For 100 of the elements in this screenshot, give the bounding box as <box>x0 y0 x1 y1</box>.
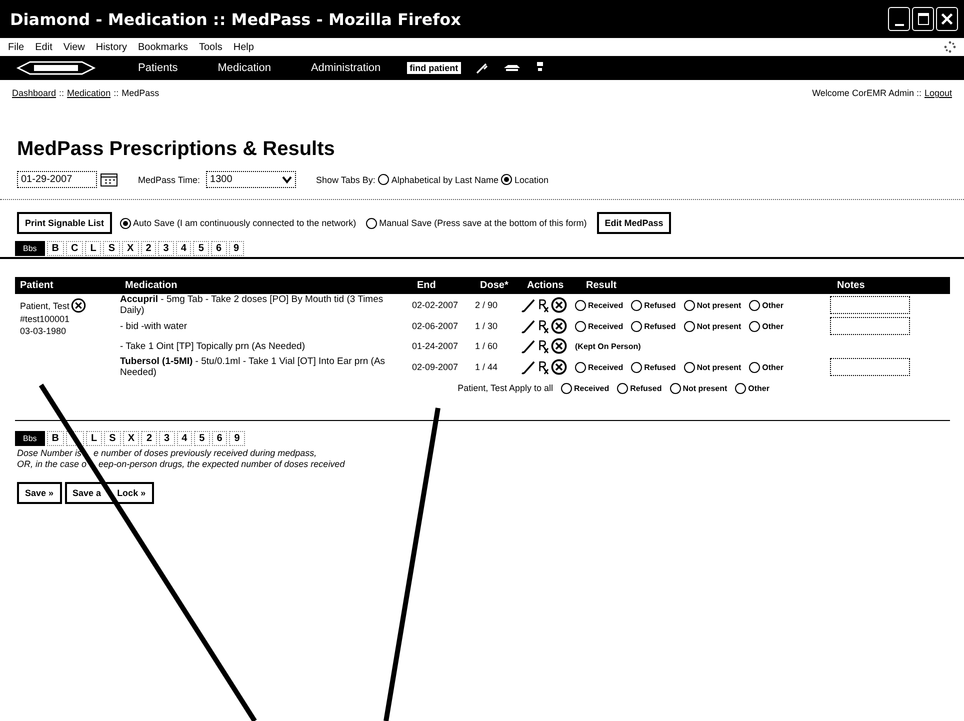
menu-item[interactable]: File <box>8 42 24 52</box>
location-tab[interactable]: Bbs <box>15 241 45 256</box>
location-tab[interactable]: 3 <box>158 241 174 256</box>
location-tab[interactable]: C <box>66 241 84 256</box>
radio-button[interactable] <box>617 382 628 394</box>
location-tab[interactable]: B <box>46 241 64 256</box>
print-list-button[interactable]: Print Signable List <box>17 212 112 234</box>
notes-field[interactable] <box>830 358 910 376</box>
maximize-button[interactable] <box>912 7 934 31</box>
footnote-text: Dose Number is <box>17 448 82 459</box>
radio-button[interactable] <box>501 174 512 185</box>
diamond-logo-icon <box>16 60 96 76</box>
radio-button[interactable] <box>684 300 695 310</box>
medication-text: - Take 1 Oint [TP] Topically prn (As Needed) <box>119 340 306 352</box>
location-tab[interactable]: S <box>103 241 120 256</box>
radio-button[interactable] <box>378 174 390 185</box>
radio-button[interactable] <box>684 362 695 372</box>
time-dropdown[interactable]: 1300 <box>206 171 296 188</box>
radio-button[interactable] <box>575 320 586 332</box>
nav-link[interactable]: Medication <box>218 62 271 74</box>
radio-button[interactable] <box>575 362 586 372</box>
location-tab[interactable]: X <box>122 431 140 446</box>
radio-button[interactable] <box>749 300 760 310</box>
time-label: MedPass Time: <box>138 174 200 184</box>
nav-link[interactable]: Patients <box>138 62 178 74</box>
location-tab[interactable]: 5 <box>194 431 210 446</box>
notes-field[interactable] <box>830 296 910 314</box>
radio-label: Refused <box>644 322 676 330</box>
minimize-button[interactable] <box>888 7 910 31</box>
location-tab[interactable]: B <box>46 431 64 446</box>
table-cell-text: 1 / 44 <box>474 362 499 372</box>
rx-icon <box>538 360 549 374</box>
radio-button[interactable] <box>749 320 760 332</box>
radio-label: Other <box>762 300 784 310</box>
date-field[interactable]: 01-29-2007 <box>17 171 97 188</box>
radio-label: Not present <box>696 322 742 330</box>
radio-label: Refused <box>630 384 662 392</box>
breadcrumb-separator: :: <box>114 88 119 98</box>
breadcrumb-link[interactable]: Medication <box>67 88 111 98</box>
pen-icon <box>521 338 536 354</box>
save-button[interactable]: Save a Lock » <box>64 482 154 504</box>
patient-name: Patient, Test <box>20 300 70 312</box>
radio-button[interactable] <box>735 382 746 394</box>
radio-button[interactable] <box>749 362 760 372</box>
menu-item[interactable]: History <box>96 42 127 52</box>
location-tab[interactable]: Bbs <box>15 431 45 446</box>
chevron-down-icon <box>282 176 292 184</box>
location-tab[interactable]: X <box>122 241 139 256</box>
menu-item[interactable]: Bookmarks <box>138 42 188 52</box>
logout-link[interactable]: Logout <box>924 88 952 98</box>
find-patient-button[interactable]: find patient <box>406 62 462 74</box>
patient-dob: 03-03-1980 <box>20 325 68 337</box>
notes-field[interactable] <box>830 317 910 335</box>
menu-item[interactable]: Help <box>233 42 254 52</box>
remove-icon <box>551 359 567 375</box>
location-tab[interactable]: S <box>104 431 121 446</box>
menu-item[interactable]: View <box>63 42 85 52</box>
save-button[interactable]: Save » <box>17 482 62 504</box>
location-tab[interactable]: L <box>86 431 102 446</box>
radio-label: Location <box>514 174 548 184</box>
location-tab[interactable]: 2 <box>140 241 156 256</box>
radio-button[interactable] <box>670 382 681 394</box>
radio-button[interactable] <box>631 320 642 332</box>
close-button[interactable] <box>936 7 958 31</box>
location-tab[interactable]: 6 <box>212 431 228 446</box>
nav-link[interactable]: Administration <box>310 62 381 74</box>
location-tab[interactable]: 6 <box>210 241 227 256</box>
location-tab[interactable]: 2 <box>141 431 158 446</box>
column-header: Dose* <box>479 280 510 291</box>
radio-label: Alphabetical by Last Name <box>391 174 498 184</box>
throbber-icon <box>944 41 956 53</box>
location-tab[interactable]: 9 <box>228 241 244 256</box>
radio-button[interactable] <box>631 362 642 372</box>
show-tabs-label: Show Tabs By: <box>316 174 376 184</box>
page-heading: MedPass Prescriptions & Results <box>17 138 336 161</box>
breadcrumb-link[interactable]: Dashboard <box>12 88 56 98</box>
location-tab[interactable]: 9 <box>229 431 245 446</box>
location-tab[interactable]: 3 <box>159 431 175 446</box>
location-tab[interactable]: 5 <box>193 241 209 256</box>
location-tab[interactable] <box>66 431 84 446</box>
radio-label: Auto Save (I am continuously connected to the network) <box>133 218 356 228</box>
radio-button[interactable] <box>120 218 132 228</box>
location-tab[interactable]: L <box>85 241 102 256</box>
menu-item[interactable]: Edit <box>35 42 52 52</box>
column-header: Result <box>585 280 618 291</box>
radio-label: Not present <box>696 300 742 310</box>
location-tab[interactable]: 4 <box>176 241 192 256</box>
menu-item[interactable]: Tools <box>199 42 222 52</box>
window-title: Diamond - Medication :: MedPass - Mozilla Firefox <box>10 10 462 28</box>
radio-button[interactable] <box>575 300 586 310</box>
location-tab[interactable]: 4 <box>176 431 192 446</box>
pen-icon <box>521 318 536 334</box>
edit-medpass-button[interactable]: Edit MedPass <box>596 212 672 234</box>
breadcrumb-separator: :: <box>59 88 64 98</box>
column-header: Medication <box>124 280 178 291</box>
radio-button[interactable] <box>366 218 378 228</box>
radio-button[interactable] <box>631 300 642 310</box>
radio-button[interactable] <box>561 382 572 394</box>
radio-button[interactable] <box>684 320 695 332</box>
wrench-icon <box>475 61 490 75</box>
